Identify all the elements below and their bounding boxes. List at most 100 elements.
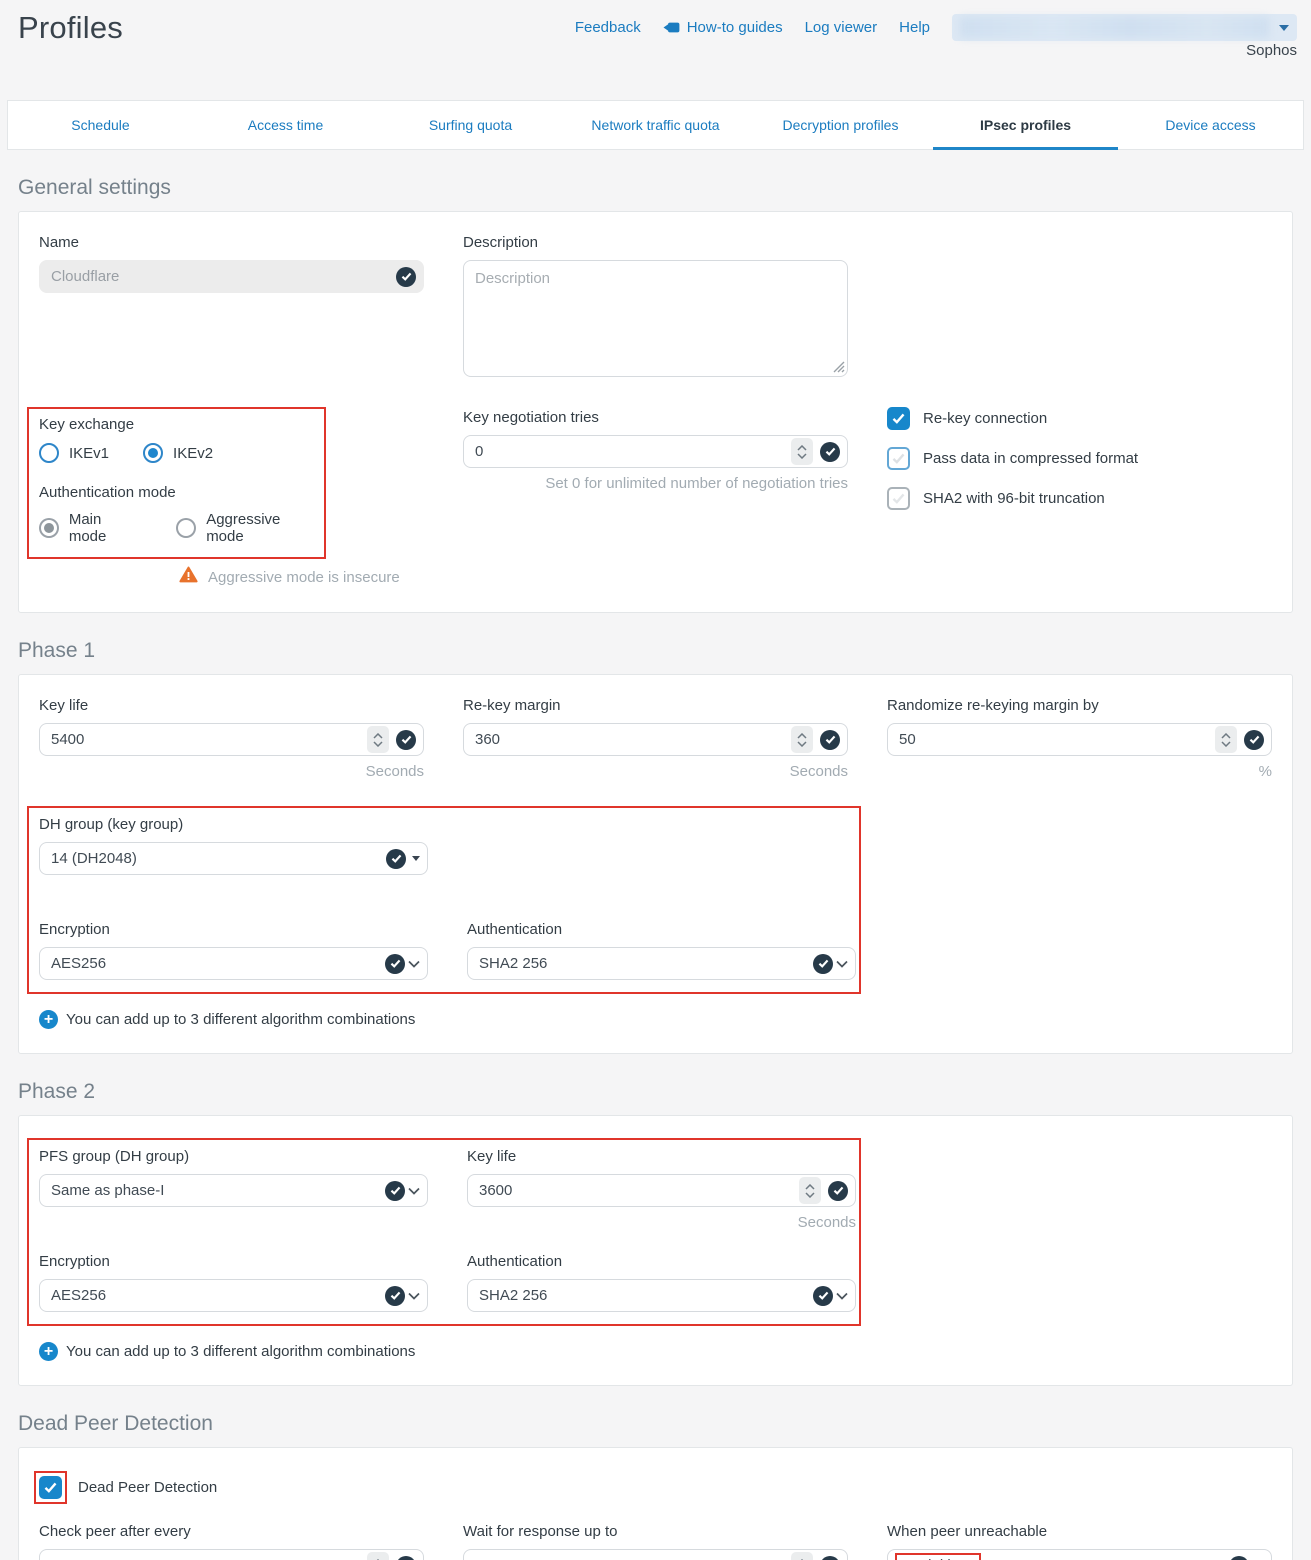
name-input[interactable]: Cloudflare (39, 260, 424, 293)
p1-encryption-value: AES256 (51, 955, 385, 972)
valid-check-icon (1229, 1556, 1249, 1560)
radio-ikev1-label: IKEv1 (69, 445, 109, 462)
radio-ikev2[interactable] (143, 443, 163, 463)
number-stepper[interactable] (367, 726, 389, 753)
valid-check-icon (396, 1556, 416, 1560)
p2-authentication-value: SHA2 256 (479, 1287, 813, 1304)
header-links: Feedback How-to guides Log viewer Help (575, 14, 1297, 41)
p1-authentication-select[interactable]: SHA2 256 (467, 947, 856, 980)
help-link[interactable]: Help (899, 19, 930, 36)
radio-aggressive-mode[interactable] (176, 518, 196, 538)
annotation-box-dpd-checkbox (34, 1471, 67, 1504)
wait-response-label: Wait for response up to (463, 1523, 848, 1540)
p1-randomize-unit: % (887, 763, 1272, 780)
valid-check-icon (396, 267, 416, 287)
add-icon[interactable]: + (39, 1010, 58, 1029)
p1-add-note: You can add up to 3 different algorithm … (66, 1011, 415, 1028)
annotation-box-phase2-algorithms: PFS group (DH group) Same as phase-I Key… (27, 1138, 861, 1326)
auth-mode-label: Authentication mode (39, 484, 321, 501)
key-negotiation-input[interactable]: 0 (463, 435, 848, 468)
number-stepper[interactable] (799, 1177, 821, 1204)
p1-rekey-margin-input[interactable]: 360 (463, 723, 848, 756)
log-viewer-link[interactable]: Log viewer (805, 19, 878, 36)
tab-ipsec-profiles[interactable]: IPsec profiles (933, 101, 1118, 149)
pfs-group-select[interactable]: Same as phase-I (39, 1174, 428, 1207)
valid-check-icon (828, 1181, 848, 1201)
p1-key-life-input[interactable]: 5400 (39, 723, 424, 756)
sha2-truncation-checkbox[interactable] (887, 487, 910, 510)
phase2-heading: Phase 2 (18, 1080, 1311, 1104)
dh-group-value: 14 (DH2048) (51, 850, 386, 867)
valid-check-icon (385, 954, 405, 974)
p2-key-life-label: Key life (467, 1148, 856, 1165)
peer-unreachable-label: When peer unreachable (887, 1523, 1272, 1540)
radio-main-mode[interactable] (39, 518, 59, 538)
p2-key-life-input[interactable]: 3600 (467, 1174, 856, 1207)
valid-check-icon (813, 954, 833, 974)
description-textarea[interactable] (463, 260, 848, 377)
p2-encryption-value: AES256 (51, 1287, 385, 1304)
number-stepper[interactable] (791, 438, 813, 465)
chevron-down-icon (408, 1187, 420, 1195)
add-icon[interactable]: + (39, 1342, 58, 1361)
valid-check-icon (820, 1556, 840, 1560)
tab-decryption-profiles[interactable]: Decryption profiles (748, 101, 933, 149)
tab-network-traffic-quota[interactable]: Network traffic quota (563, 101, 748, 149)
radio-ikev1[interactable] (39, 443, 59, 463)
valid-check-icon (385, 1181, 405, 1201)
chevron-down-icon (836, 960, 848, 968)
wait-response-input[interactable]: 120 (463, 1549, 848, 1560)
radio-aggressive-mode-label: Aggressive mode (206, 511, 321, 545)
p2-add-note: You can add up to 3 different algorithm … (66, 1343, 415, 1360)
p2-encryption-select[interactable]: AES256 (39, 1279, 428, 1312)
account-dropdown[interactable] (952, 14, 1297, 41)
tab-schedule[interactable]: Schedule (8, 101, 193, 149)
p1-encryption-select[interactable]: AES256 (39, 947, 428, 980)
brand-label: Sophos (1246, 42, 1297, 59)
phase2-panel: PFS group (DH group) Same as phase-I Key… (18, 1115, 1293, 1386)
dpd-panel: Dead Peer Detection Check peer after eve… (18, 1447, 1293, 1560)
valid-check-icon (386, 849, 406, 869)
key-negotiation-value: 0 (475, 443, 791, 460)
rekey-connection-checkbox[interactable] (887, 407, 910, 430)
description-label: Description (463, 234, 848, 251)
key-negotiation-helper: Set 0 for unlimited number of negotiatio… (463, 475, 848, 492)
number-stepper[interactable] (367, 1552, 389, 1560)
page-header: Profiles Feedback How-to guides Log view… (0, 0, 1311, 100)
profile-tabs: Schedule Access time Surfing quota Netwo… (7, 100, 1304, 150)
howto-guides-link[interactable]: How-to guides (663, 19, 783, 36)
name-label: Name (39, 234, 424, 251)
p1-randomize-input[interactable]: 50 (887, 723, 1272, 756)
key-negotiation-label: Key negotiation tries (463, 409, 848, 426)
check-peer-input[interactable]: 30 (39, 1549, 424, 1560)
p1-rekey-margin-label: Re-key margin (463, 697, 848, 714)
general-settings-heading: General settings (18, 176, 1311, 200)
tab-access-time[interactable]: Access time (193, 101, 378, 149)
dh-group-select[interactable]: 14 (DH2048) (39, 842, 428, 875)
dpd-checkbox[interactable] (39, 1476, 62, 1499)
number-stepper[interactable] (791, 726, 813, 753)
p2-key-life-value: 3600 (479, 1182, 799, 1199)
number-stepper[interactable] (1215, 726, 1237, 753)
dpd-toggle-label: Dead Peer Detection (78, 1479, 217, 1496)
tab-device-access[interactable]: Device access (1118, 101, 1303, 149)
account-name-redacted (960, 17, 1269, 38)
p2-encryption-label: Encryption (39, 1253, 428, 1270)
chevron-down-icon (412, 856, 420, 861)
annotation-box-phase1-algorithms: DH group (key group) 14 (DH2048) Encrypt… (27, 806, 861, 994)
p1-rekey-margin-unit: Seconds (463, 763, 848, 780)
sha2-truncation-label: SHA2 with 96-bit truncation (923, 490, 1105, 507)
p2-authentication-label: Authentication (467, 1253, 856, 1270)
phase1-heading: Phase 1 (18, 639, 1311, 663)
p1-randomize-label: Randomize re-keying margin by (887, 697, 1272, 714)
peer-unreachable-select[interactable]: Re-initiate (887, 1549, 1272, 1560)
p2-authentication-select[interactable]: SHA2 256 (467, 1279, 856, 1312)
number-stepper[interactable] (791, 1552, 813, 1560)
feedback-link[interactable]: Feedback (575, 19, 641, 36)
p1-key-life-unit: Seconds (39, 763, 424, 780)
compressed-format-checkbox[interactable] (887, 447, 910, 470)
tab-surfing-quota[interactable]: Surfing quota (378, 101, 563, 149)
dpd-heading: Dead Peer Detection (18, 1412, 1311, 1436)
key-exchange-label: Key exchange (39, 416, 321, 433)
radio-ikev2-label: IKEv2 (173, 445, 213, 462)
